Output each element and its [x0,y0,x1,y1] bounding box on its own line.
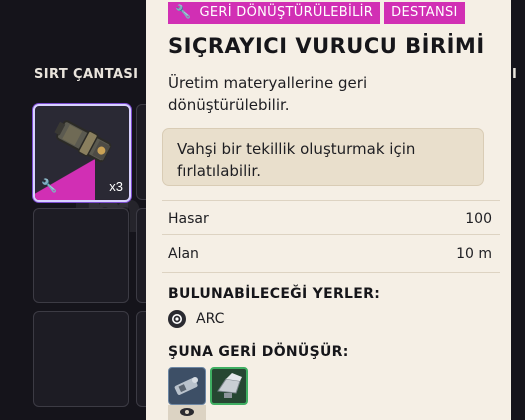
item-title: SIÇRAYICI VURUCU BİRİMİ [168,34,485,58]
divider [162,234,500,235]
stat-row-damage: Hasar 100 [168,211,492,227]
right-section-label: I [512,67,517,82]
item-tooltip-panel: 🔧 GERİ DÖNÜŞTÜRÜLEBİLİR DESTANSI SIÇRAYI… [146,0,511,420]
stat-label: Alan [168,246,199,262]
recycles-into-heading: ŞUNA GERİ DÖNÜŞÜR: [168,344,349,360]
rarity-tag: DESTANSI [384,2,465,24]
striker-unit-icon [54,120,112,163]
recycle-output-item[interactable] [210,367,248,405]
divider [162,200,500,201]
found-in-heading: BULUNABİLECEĞİ YERLER: [168,286,381,302]
item-tags: 🔧 GERİ DÖNÜŞTÜRÜLEBİLİR DESTANSI [168,2,465,24]
item-flavor-text: Vahşi bir tekillik oluşturmak için fırla… [162,128,484,186]
stat-value: 100 [465,211,492,227]
stat-value: 10 m [456,246,492,262]
recycle-output-list [168,367,248,405]
eye-icon [180,408,194,416]
inventory-slot[interactable] [33,208,129,303]
item-quantity: x3 [109,179,123,194]
metal-part-icon [217,373,242,398]
recyclable-tag: 🔧 GERİ DÖNÜŞTÜRÜLEBİLİR [168,2,381,24]
divider [162,272,500,273]
recycle-output-item[interactable] [168,367,206,405]
stat-label: Hasar [168,211,209,227]
backpack-section-label: SIRT ÇANTASI [34,67,139,82]
found-in-location: ARC [168,310,224,328]
stat-row-area: Alan 10 m [168,246,492,262]
wrench-icon: 🔧 [175,5,192,20]
inventory-slot-selected[interactable]: 🔧 x3 [33,104,131,202]
rarity-tag-label: DESTANSI [391,5,458,20]
recyclable-tag-label: GERİ DÖNÜŞTÜRÜLEBİLİR [199,5,374,20]
location-label: ARC [196,311,225,327]
mechanical-part-icon [174,377,198,395]
arc-icon [168,310,186,328]
item-description: Üretim materyallerine geri dönüştürülebi… [168,74,368,114]
wrench-icon: 🔧 [41,179,58,194]
inspect-toggle[interactable] [168,405,206,420]
inventory-slot[interactable] [33,311,129,407]
